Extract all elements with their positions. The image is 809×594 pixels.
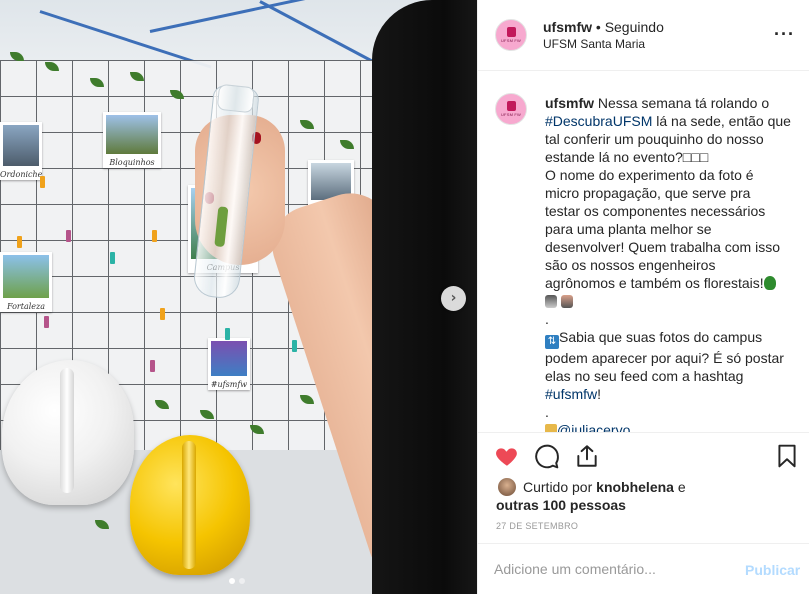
tree-emoji-icon bbox=[763, 276, 776, 290]
emoji-icon: □□□ bbox=[682, 149, 709, 165]
liker-username-link[interactable]: knobhelena bbox=[596, 479, 674, 495]
location-link[interactable]: UFSM Santa Maria bbox=[543, 37, 645, 51]
poster-card: #ufsmfw bbox=[208, 338, 250, 390]
camera-emoji-icon bbox=[545, 424, 557, 432]
photo-card: Ordoniche bbox=[0, 122, 42, 180]
carousel-dot bbox=[239, 578, 245, 584]
bookmark-icon[interactable] bbox=[774, 443, 800, 469]
card-caption: Bloquinhos bbox=[109, 158, 155, 167]
comment-icon[interactable] bbox=[534, 443, 560, 469]
header-user-line: ufsmfw • Seguindo bbox=[543, 19, 664, 35]
avatar[interactable]: UFSM FW bbox=[495, 19, 527, 51]
post-date[interactable]: 27 DE SETEMBRO bbox=[496, 521, 578, 531]
mention-link[interactable]: @juliacervo bbox=[557, 422, 630, 432]
refresh-emoji-icon: ⇅ bbox=[545, 335, 559, 349]
ellipsis-icon[interactable]: ··· bbox=[774, 24, 795, 45]
poster-caption: #ufsmfw bbox=[210, 380, 248, 389]
photo-card: Fortaleza bbox=[0, 252, 52, 312]
post-header: UFSM FW ufsmfw • Seguindo UFSM Santa Mar… bbox=[478, 0, 809, 71]
hashtag-link[interactable]: #DescubraUFSM bbox=[545, 113, 652, 129]
carousel-indicator bbox=[229, 578, 245, 584]
publish-button[interactable]: Publicar bbox=[745, 562, 800, 578]
hashtag-link[interactable]: #ufsmfw bbox=[545, 386, 597, 402]
yellow-hard-hat bbox=[130, 435, 250, 575]
action-bar bbox=[478, 432, 809, 478]
card-caption: Ordoniche bbox=[0, 170, 43, 179]
carousel-dot-active bbox=[229, 578, 235, 584]
white-hard-hat bbox=[2, 360, 134, 505]
header-username-link[interactable]: ufsmfw bbox=[543, 19, 592, 35]
chevron-right-icon: › bbox=[450, 290, 457, 306]
heart-icon[interactable] bbox=[494, 443, 520, 469]
liker-avatar bbox=[498, 478, 516, 496]
photo-card: Bloquinhos bbox=[103, 112, 161, 168]
card-caption: Fortaleza bbox=[6, 302, 45, 311]
next-photo-button[interactable]: › bbox=[441, 286, 466, 311]
post-caption: ufsmfw Nessa semana tá rolando o #Descub… bbox=[545, 94, 800, 432]
avatar[interactable]: UFSM FW bbox=[495, 93, 527, 125]
post-side-panel: UFSM FW ufsmfw • Seguindo UFSM Santa Mar… bbox=[477, 0, 809, 594]
caption-username-link[interactable]: ufsmfw bbox=[545, 95, 594, 111]
add-comment-bar: Publicar bbox=[478, 543, 809, 594]
post-photo[interactable]: Ordoniche Bloquinhos Fortaleza Campus #u… bbox=[0, 0, 477, 594]
share-icon[interactable] bbox=[574, 443, 600, 469]
comment-input[interactable] bbox=[494, 558, 734, 580]
other-likers-link[interactable]: outras 100 pessoas bbox=[496, 497, 626, 513]
follow-status-button[interactable]: Seguindo bbox=[605, 19, 664, 35]
microscope-emoji-icon bbox=[560, 295, 573, 308]
comments-area[interactable]: UFSM FW ufsmfw Nessa semana tá rolando o… bbox=[478, 72, 809, 432]
scientist-emoji-icon bbox=[545, 295, 557, 308]
